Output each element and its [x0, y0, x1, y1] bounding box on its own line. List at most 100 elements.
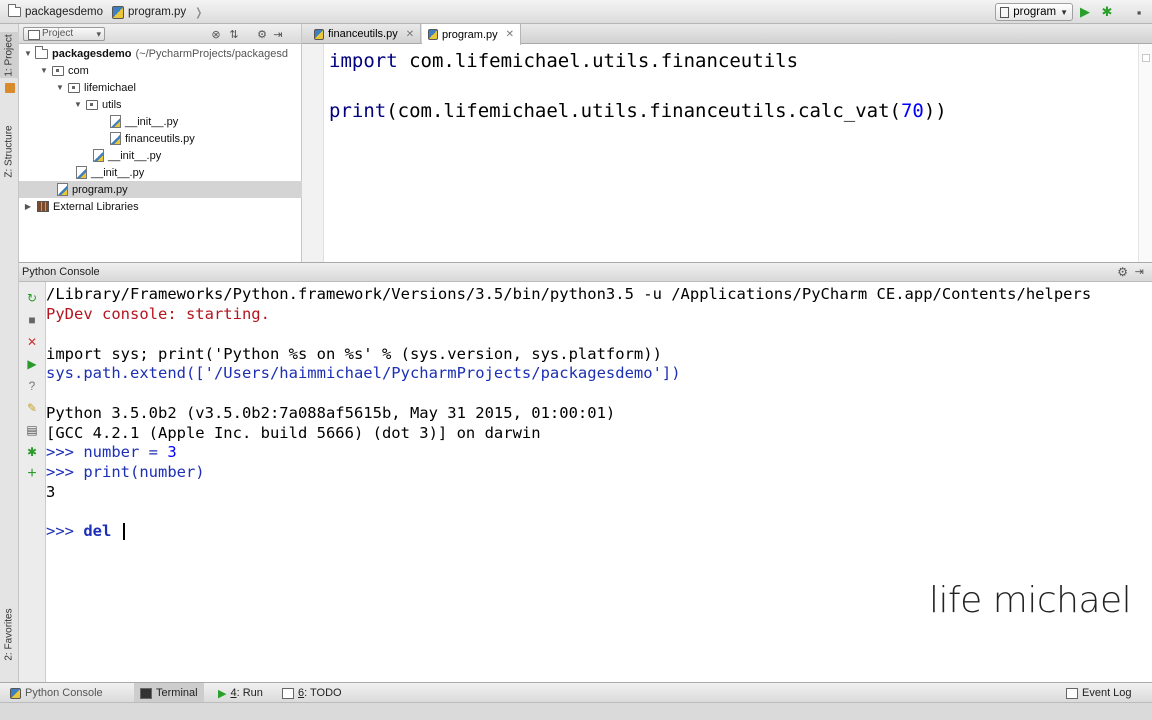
tree-item-com-init[interactable]: __init__.py	[19, 164, 302, 181]
close-icon[interactable]: ✕	[406, 29, 414, 40]
python-file-icon	[110, 115, 121, 128]
console-line-input-2: >>> print(number)	[46, 463, 205, 481]
breadcrumb-file[interactable]: program.py ❭	[112, 4, 203, 20]
tab-label: program.py	[442, 28, 498, 41]
console-line-starting: PyDev console: starting.	[46, 305, 270, 323]
tree-item-program[interactable]: program.py	[19, 181, 302, 198]
console-line-gcc: [GCC 4.2.1 (Apple Inc. build 5666) (dot …	[46, 424, 541, 442]
expanded-triangle-icon: ▼	[56, 83, 64, 92]
console-line-current-input[interactable]: >>> del	[46, 522, 125, 540]
run-button[interactable]: ▶	[1077, 4, 1093, 20]
python-console-output[interactable]: /Library/Frameworks/Python.framework/Ver…	[46, 282, 1152, 682]
breadcrumb-project-label: packagesdemo	[25, 6, 103, 18]
gear-icon[interactable]: ⚙	[255, 27, 269, 41]
console-input[interactable]: del	[83, 522, 120, 540]
event-log-tool-tab[interactable]: Event Log	[1060, 683, 1138, 703]
breadcrumb-file-label: program.py	[128, 6, 187, 18]
settings-icon[interactable]: ✎	[24, 400, 40, 416]
run-configuration-label: program	[1013, 6, 1057, 18]
code-text: com.lifemichael.utils.financeutils	[397, 50, 799, 72]
number-literal: 70	[900, 100, 924, 122]
console-line-command: /Library/Frameworks/Python.framework/Ver…	[46, 285, 1092, 303]
console-title-bar: Python Console ⚙ ⇥	[19, 262, 1152, 282]
todo-tool-tab[interactable]: 6: TODO	[276, 683, 348, 703]
debug-bug-icon[interactable]: ✱	[1099, 4, 1115, 20]
variables-view-icon[interactable]: ▤	[24, 422, 40, 438]
console-input: number =	[83, 443, 168, 461]
tab-program[interactable]: program.py ✕	[422, 24, 522, 45]
tree-item-packagesdemo[interactable]: ▼ packagesdemo (~/PycharmProjects/packag…	[19, 45, 302, 62]
sdk-manager-icon[interactable]: ▪	[1131, 4, 1147, 20]
collapse-all-icon[interactable]: ⇅	[227, 27, 241, 41]
terminal-tool-label: Terminal	[156, 687, 198, 699]
status-bar	[0, 702, 1152, 720]
hide-panel-icon[interactable]: ⇥	[1135, 263, 1144, 282]
expanded-triangle-icon: ▼	[24, 49, 32, 58]
hide-panel-icon[interactable]: ⇥	[271, 27, 285, 41]
console-toolbar: ↻ ■ ✕ ▶ ? ✎ ▤ ✱ +	[19, 282, 46, 682]
tree-item-utils[interactable]: ▼ utils	[19, 96, 302, 113]
expanded-triangle-icon: ▼	[74, 100, 82, 109]
tree-item-label: packagesdemo	[52, 47, 132, 60]
tree-item-label: lifemichael	[84, 81, 136, 94]
keyword-import: import	[329, 50, 398, 72]
new-console-icon[interactable]: +	[24, 465, 40, 482]
code-text: ))	[923, 100, 947, 122]
tree-item-external-libraries[interactable]: ▶ External Libraries	[19, 198, 302, 215]
project-tool-tab[interactable]: 1: Project	[0, 32, 19, 78]
python-console-icon	[10, 687, 21, 699]
python-file-icon	[93, 149, 104, 162]
help-icon[interactable]: ?	[24, 378, 40, 394]
python-file-icon	[76, 166, 87, 179]
python-file-icon	[112, 5, 124, 19]
inspection-status-icon	[1142, 54, 1150, 62]
console-prompt: >>>	[46, 443, 84, 461]
run-tool-tab[interactable]: ▶ 4: Run	[212, 683, 269, 703]
code-line-1[interactable]: import com.lifemichael.utils.financeutil…	[329, 50, 798, 72]
terminal-icon	[140, 687, 152, 699]
python-file-icon	[314, 28, 324, 40]
keyword-print: print	[329, 100, 387, 122]
gear-icon[interactable]: ⚙	[1117, 263, 1128, 282]
project-tool-icon[interactable]	[0, 80, 19, 96]
scroll-from-source-icon[interactable]: ⊗	[209, 27, 223, 41]
console-line-input-1: >>> number = 3	[46, 443, 177, 461]
breadcrumb-separator-icon: ❭	[194, 6, 204, 19]
breadcrumb-project[interactable]: packagesdemo ❭	[8, 4, 120, 20]
stop-icon[interactable]: ■	[24, 312, 40, 328]
python-console-tool-tab[interactable]: Python Console	[4, 683, 109, 703]
package-icon	[52, 65, 64, 76]
tree-item-utils-init[interactable]: __init__.py	[19, 113, 302, 130]
run-configuration-dropdown[interactable]: program ▼	[995, 3, 1073, 21]
tree-item-lifemichael[interactable]: ▼ lifemichael	[19, 79, 302, 96]
library-icon	[37, 201, 49, 212]
close-icon[interactable]: ✕	[506, 29, 514, 40]
tree-item-com[interactable]: ▼ com	[19, 62, 302, 79]
python-file-icon	[110, 132, 121, 145]
tree-item-lifemichael-init[interactable]: __init__.py	[19, 147, 302, 164]
python-file-icon	[57, 183, 68, 196]
favorites-tool-tab-label: 2: Favorites	[4, 607, 15, 661]
close-icon[interactable]: ✕	[24, 334, 40, 350]
expanded-triangle-icon: ▼	[40, 66, 48, 75]
structure-tool-tab-label: Z: Structure	[4, 124, 15, 178]
project-folder-icon	[35, 45, 48, 59]
tree-item-label: utils	[102, 98, 122, 111]
todo-icon	[282, 687, 294, 699]
python-console-tool-label: Python Console	[25, 687, 103, 699]
tab-financeutils[interactable]: financeutils.py ✕	[308, 24, 422, 44]
project-view-selector[interactable]: Project	[23, 27, 105, 41]
debug-bug-icon[interactable]: ✱	[24, 444, 40, 460]
rerun-icon[interactable]: ↻	[24, 290, 40, 306]
structure-tool-tab[interactable]: Z: Structure	[0, 116, 19, 186]
todo-tool-label: 6: TODO	[298, 687, 342, 699]
favorites-tool-tab[interactable]: 2: Favorites	[0, 599, 19, 669]
execute-icon[interactable]: ▶	[24, 356, 40, 372]
package-icon	[86, 99, 98, 110]
editor-scrollbar[interactable]	[1138, 44, 1152, 262]
tree-item-financeutils[interactable]: financeutils.py	[19, 130, 302, 147]
editor-tabs: financeutils.py ✕ program.py ✕	[302, 24, 1152, 45]
terminal-tool-tab[interactable]: Terminal	[134, 683, 204, 703]
console-title: Python Console	[22, 266, 100, 278]
code-line-2[interactable]: print(com.lifemichael.utils.financeutils…	[329, 100, 947, 122]
